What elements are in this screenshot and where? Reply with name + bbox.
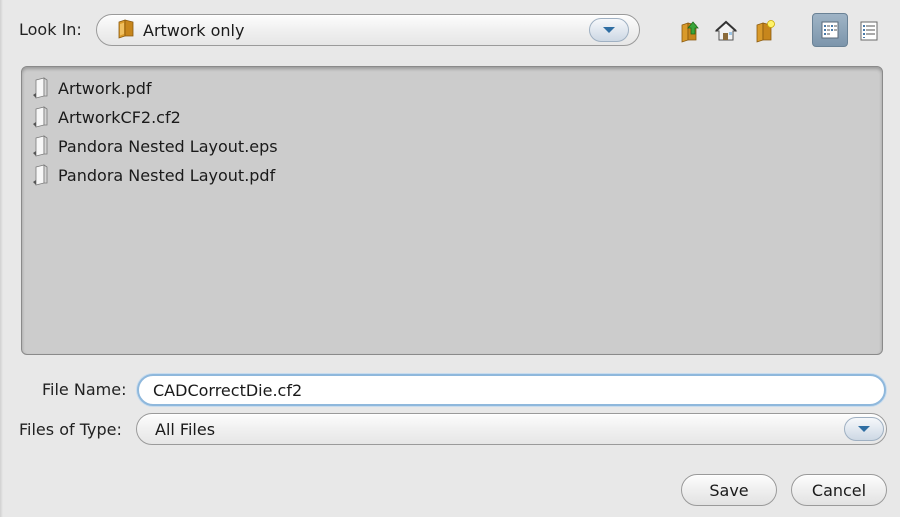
file-icon xyxy=(33,164,48,186)
look-in-value: Artwork only xyxy=(143,20,245,40)
details-view-icon xyxy=(860,21,878,41)
file-icon xyxy=(33,77,48,99)
file-name: ArtworkCF2.cf2 xyxy=(58,107,181,127)
look-in-label: Look In: xyxy=(19,20,82,39)
file-icon xyxy=(33,135,48,157)
file-icon xyxy=(33,106,48,128)
file-list-item[interactable]: Artwork.pdf xyxy=(32,76,152,100)
files-of-type-value: All Files xyxy=(155,419,216,439)
up-folder-icon xyxy=(681,21,699,43)
files-of-type-combo[interactable]: All Files xyxy=(136,413,887,445)
file-list-item[interactable]: ArtworkCF2.cf2 xyxy=(32,105,181,129)
file-save-dialog: Look In: Artwork only Artwork.pdf Artwor… xyxy=(0,0,900,517)
files-of-type-label: Files of Type: xyxy=(19,420,122,439)
home-button[interactable] xyxy=(708,14,744,48)
file-list-item[interactable]: Pandora Nested Layout.pdf xyxy=(32,163,275,187)
cancel-button[interactable]: Cancel xyxy=(791,474,887,506)
file-name: Pandora Nested Layout.eps xyxy=(58,136,278,156)
file-name-label: File Name: xyxy=(42,380,127,399)
up-folder-button[interactable] xyxy=(671,14,707,48)
file-list[interactable]: Artwork.pdf ArtworkCF2.cf2 Pandora Neste… xyxy=(21,66,883,355)
files-of-type-dropdown-button[interactable] xyxy=(844,417,884,441)
save-button[interactable]: Save xyxy=(681,474,777,506)
list-view-button[interactable] xyxy=(812,13,848,47)
folder-icon xyxy=(115,17,137,43)
file-list-item[interactable]: Pandora Nested Layout.eps xyxy=(32,134,278,158)
chevron-down-icon xyxy=(858,426,870,432)
new-folder-icon xyxy=(756,20,775,43)
file-name: Artwork.pdf xyxy=(58,78,152,98)
home-icon xyxy=(714,20,738,41)
look-in-dropdown-button[interactable] xyxy=(589,18,629,42)
details-view-button[interactable] xyxy=(851,14,887,48)
chevron-down-icon xyxy=(603,27,615,33)
file-name-input[interactable] xyxy=(137,374,886,406)
file-name: Pandora Nested Layout.pdf xyxy=(58,165,276,185)
window-edge xyxy=(0,0,3,517)
new-folder-button[interactable] xyxy=(746,14,782,48)
look-in-combo[interactable]: Artwork only xyxy=(96,14,640,46)
list-view-icon xyxy=(821,21,839,39)
